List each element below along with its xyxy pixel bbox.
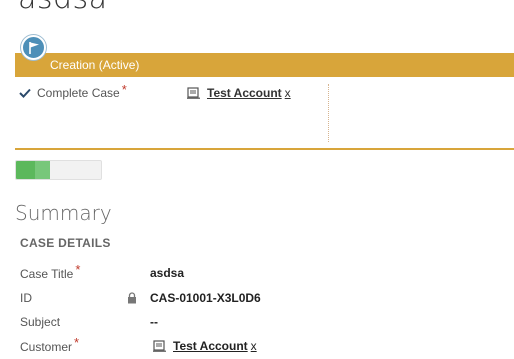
case-details-heading: CASE DETAILS xyxy=(20,236,111,250)
required-marker: * xyxy=(121,81,127,97)
stage-bottom-divider xyxy=(15,148,514,150)
stage-column-divider xyxy=(328,84,329,142)
lookup-record-icon xyxy=(187,87,200,99)
field-row-subject: Subject -- xyxy=(20,315,500,331)
required-marker: * xyxy=(74,335,80,350)
summary-tab-title: Summary xyxy=(15,201,112,225)
lookup-record-icon xyxy=(153,340,166,352)
process-stage-bar[interactable]: Creation (Active) xyxy=(15,53,514,77)
process-progress-bar xyxy=(15,160,102,180)
required-marker: * xyxy=(75,262,81,277)
subject-value[interactable]: -- xyxy=(150,315,158,329)
step-value-link[interactable]: Test Account xyxy=(207,86,282,100)
field-label: ID xyxy=(20,291,32,305)
stage-label: Creation (Active) xyxy=(50,58,140,72)
progress-fill xyxy=(16,161,50,179)
field-label: Subject xyxy=(20,315,61,329)
step-lookup-value[interactable]: Test Account x xyxy=(187,85,291,101)
checkmark-icon xyxy=(19,88,31,98)
stage-flag-icon[interactable] xyxy=(21,35,46,60)
field-row-id: ID CAS-01001-X3L0D6 xyxy=(20,291,500,307)
customer-lookup-value[interactable]: Test Account x xyxy=(153,339,257,353)
field-row-customer: Customer * Test Account x xyxy=(20,335,500,355)
field-row-case-title: Case Title * asdsa xyxy=(20,262,500,282)
case-title-value[interactable]: asdsa xyxy=(150,266,184,280)
field-label: Case Title xyxy=(20,266,74,281)
lock-icon xyxy=(128,292,136,304)
field-label: Customer xyxy=(20,339,73,354)
flag-icon xyxy=(29,42,39,54)
customer-clear-button[interactable]: x xyxy=(251,339,257,353)
case-id-value: CAS-01001-X3L0D6 xyxy=(150,291,261,305)
record-title: asdsa xyxy=(18,0,108,16)
step-label: Complete Case xyxy=(37,86,120,100)
customer-link[interactable]: Test Account xyxy=(173,339,248,353)
step-value-clear-button[interactable]: x xyxy=(285,86,291,100)
stage-step-complete-case: Complete Case * xyxy=(18,81,127,101)
